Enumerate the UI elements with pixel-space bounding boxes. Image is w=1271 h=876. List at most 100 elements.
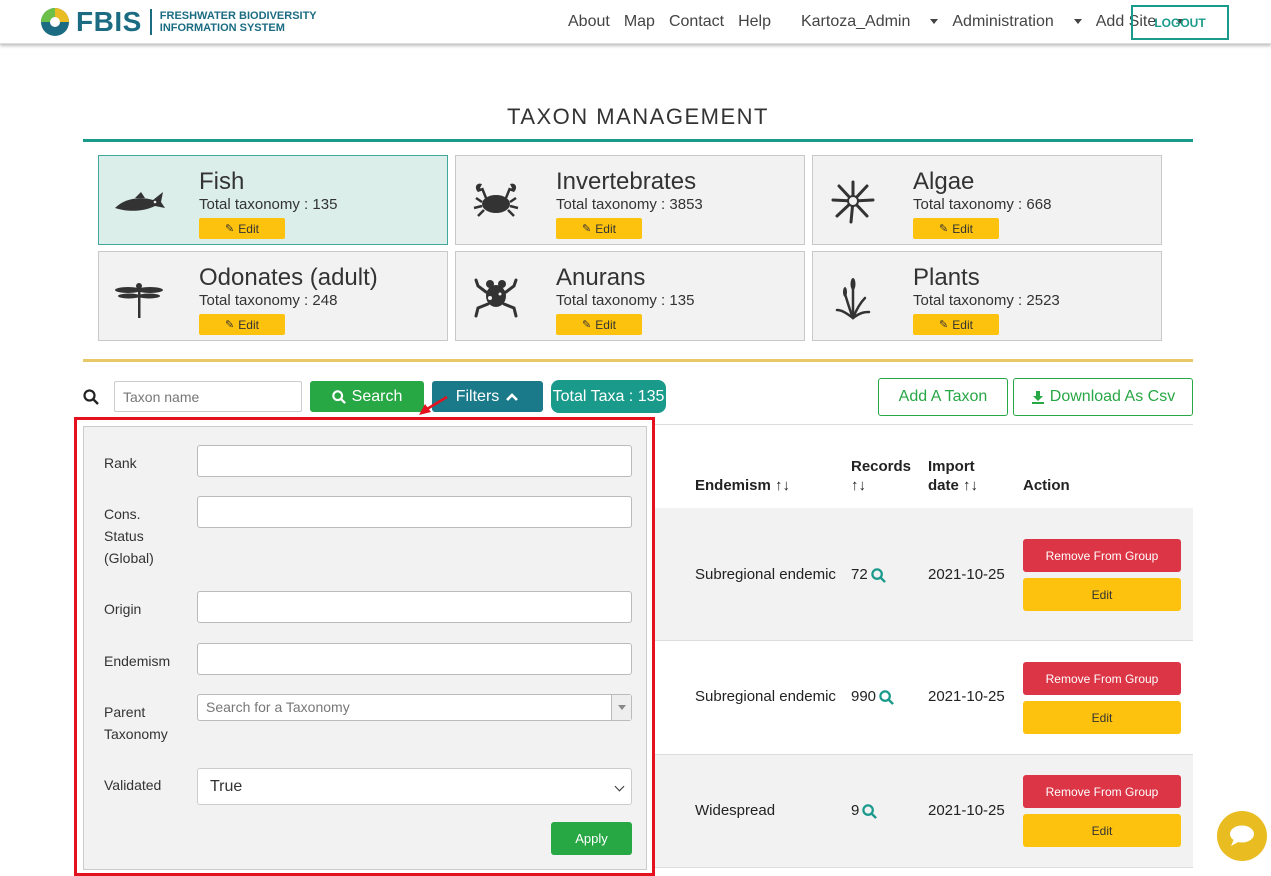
group-edit-button[interactable]: ✎ Edit — [913, 218, 999, 239]
header-endemism-label: Endemism — [695, 477, 771, 494]
edit-taxon-button[interactable]: Edit — [1023, 814, 1181, 847]
group-card-anurans[interactable]: Anurans Total taxonomy : 135 ✎ Edit — [455, 251, 805, 341]
header-records[interactable]: Records ↑↓ — [851, 457, 911, 495]
page-title: TAXON MANAGEMENT — [507, 104, 769, 129]
cell-import-date: 2021-10-25 — [928, 688, 1005, 705]
edit-taxon-button[interactable]: Edit — [1023, 701, 1181, 734]
dragonfly-icon — [115, 283, 163, 318]
group-edit-label: Edit — [952, 317, 973, 332]
header-records-label: Records — [851, 458, 912, 475]
algae-icon — [831, 180, 875, 224]
pencil-icon: ✎ — [939, 319, 949, 331]
title-divider — [83, 139, 1193, 142]
nav-user-menu[interactable]: Kartoza_Admin — [801, 13, 938, 31]
cell-records[interactable]: 72 — [851, 566, 886, 583]
download-csv-button[interactable]: Download As Csv — [1013, 378, 1193, 416]
cell-endemism: Subregional endemic — [695, 566, 836, 583]
header-date-label: date — [928, 477, 959, 494]
edit-taxon-button[interactable]: Edit — [1023, 578, 1181, 611]
remove-from-group-button[interactable]: Remove From Group — [1023, 662, 1181, 695]
group-edit-button[interactable]: ✎ Edit — [199, 218, 285, 239]
cell-endemism: Widespread — [695, 802, 776, 819]
group-edit-label: Edit — [595, 317, 616, 332]
group-edit-button[interactable]: ✎ Edit — [913, 314, 999, 335]
group-name: Invertebrates — [556, 168, 697, 195]
header-import-date[interactable]: Import date ↑↓ — [928, 457, 978, 495]
annotation-highlight-box — [74, 417, 655, 876]
frog-icon — [474, 278, 518, 318]
search-button[interactable]: Search — [310, 381, 424, 412]
group-edit-button[interactable]: ✎ Edit — [199, 314, 285, 335]
group-card-plants[interactable]: Plants Total taxonomy : 2523 ✎ Edit — [812, 251, 1162, 341]
search-icon — [879, 689, 894, 705]
logout-button[interactable]: LOGOUT — [1131, 5, 1229, 40]
group-total: Total taxonomy : 2523 — [913, 292, 1060, 309]
pencil-icon: ✎ — [582, 319, 592, 331]
header-import-label: Import — [928, 458, 975, 475]
nav-links: About Map Contact Help Kartoza_Admin Adm… — [568, 0, 1198, 44]
total-taxa-badge: Total Taxa : 135 — [551, 380, 666, 413]
group-total: Total taxonomy : 248 — [199, 292, 338, 309]
nav-contact[interactable]: Contact — [669, 13, 724, 31]
group-name: Anurans — [556, 264, 646, 291]
group-name: Algae — [913, 168, 975, 195]
taxon-name-input[interactable] — [114, 381, 302, 412]
header-endemism[interactable]: Endemism ↑↓ — [695, 476, 790, 495]
pencil-icon: ✎ — [225, 223, 235, 235]
header-action: Action — [1023, 477, 1070, 494]
fish-icon — [115, 192, 165, 211]
group-total: Total taxonomy : 135 — [199, 196, 338, 213]
search-button-label: Search — [351, 387, 403, 405]
nav-administration-label: Administration — [952, 13, 1054, 30]
brand-logo-link[interactable]: FBIS FRESHWATER BIODIVERSITY INFORMATION… — [40, 6, 317, 38]
pencil-icon: ✎ — [939, 223, 949, 235]
nav-about[interactable]: About — [568, 13, 610, 31]
search-icon — [331, 389, 346, 404]
group-total: Total taxonomy : 668 — [913, 196, 1052, 213]
brand-name: FBIS — [76, 6, 142, 37]
group-edit-button[interactable]: ✎ Edit — [556, 218, 642, 239]
group-edit-label: Edit — [595, 221, 616, 236]
group-edit-label: Edit — [952, 221, 973, 236]
search-icon — [862, 803, 878, 819]
nav-map[interactable]: Map — [624, 13, 655, 31]
search-icon — [83, 389, 99, 405]
section-divider — [83, 359, 1193, 362]
plant-icon — [835, 278, 871, 320]
group-name: Odonates (adult) — [199, 264, 378, 291]
nav-administration-menu[interactable]: Administration — [952, 13, 1081, 31]
group-card-fish[interactable]: Fish Total taxonomy : 135 ✎ Edit — [98, 155, 448, 245]
cell-import-date: 2021-10-25 — [928, 566, 1005, 583]
brand-subtitle: FRESHWATER BIODIVERSITY INFORMATION SYST… — [160, 10, 317, 34]
remove-from-group-button[interactable]: Remove From Group — [1023, 539, 1181, 572]
search-icon — [870, 567, 886, 583]
crab-icon — [473, 183, 519, 217]
brand-separator — [149, 9, 152, 35]
remove-from-group-button[interactable]: Remove From Group — [1023, 775, 1181, 808]
table-top-border — [655, 424, 1193, 425]
records-count: 990 — [851, 688, 877, 705]
sort-arrows-icon: ↑↓ — [851, 477, 866, 494]
group-edit-button[interactable]: ✎ Edit — [556, 314, 642, 335]
sort-arrows-icon: ↑↓ — [775, 477, 791, 494]
pencil-icon: ✎ — [225, 319, 235, 331]
chat-bubble-icon — [1230, 825, 1254, 846]
chevron-up-icon — [506, 392, 519, 401]
filters-button-label: Filters — [455, 387, 500, 405]
group-name: Fish — [199, 168, 245, 195]
group-total: Total taxonomy : 135 — [556, 292, 695, 309]
nav-user-label: Kartoza_Admin — [800, 13, 911, 30]
cell-records[interactable]: 9 — [851, 802, 878, 819]
cell-records[interactable]: 990 — [851, 688, 894, 705]
group-card-odonates[interactable]: Odonates (adult) Total taxonomy : 248 ✎ E… — [98, 251, 448, 341]
fbis-logo-icon — [41, 8, 69, 36]
chat-widget-button[interactable] — [1217, 811, 1267, 861]
brand-subtitle-line1: FRESHWATER BIODIVERSITY — [159, 10, 317, 22]
group-total: Total taxonomy : 3853 — [556, 196, 703, 213]
group-edit-label: Edit — [238, 317, 259, 332]
download-csv-label: Download As Csv — [1049, 388, 1176, 405]
add-taxon-button[interactable]: Add A Taxon — [878, 378, 1008, 416]
group-card-algae[interactable]: Algae Total taxonomy : 668 ✎ Edit — [812, 155, 1162, 245]
nav-help[interactable]: Help — [738, 13, 771, 31]
group-card-invertebrates[interactable]: Invertebrates Total taxonomy : 3853 ✎ Edi… — [455, 155, 805, 245]
